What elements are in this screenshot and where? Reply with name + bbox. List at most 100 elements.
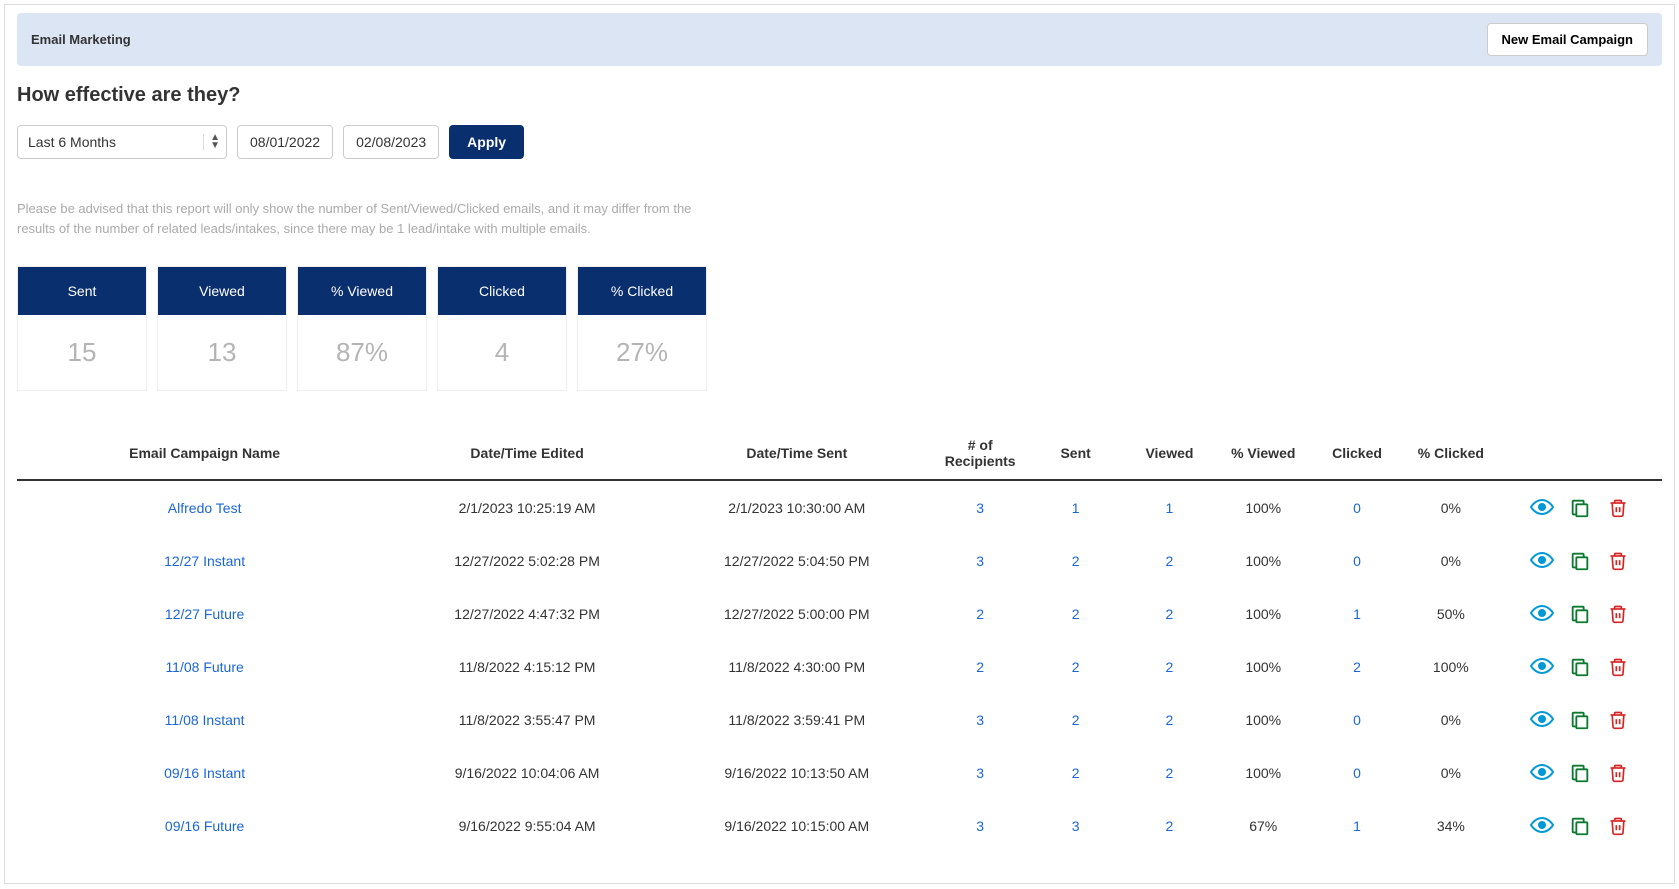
- sent-cell-value[interactable]: 3: [1072, 818, 1080, 834]
- viewed-cell[interactable]: 2: [1123, 799, 1217, 852]
- recipients-cell-value[interactable]: 3: [976, 712, 984, 728]
- viewed-cell-value[interactable]: 1: [1166, 500, 1174, 516]
- copy-icon[interactable]: [1565, 493, 1595, 523]
- trash-icon[interactable]: [1603, 811, 1633, 841]
- trash-icon[interactable]: [1603, 546, 1633, 576]
- date-from-input[interactable]: 08/01/2022: [237, 125, 333, 159]
- sent-cell-value[interactable]: 1: [1072, 500, 1080, 516]
- recipients-cell[interactable]: 2: [932, 587, 1029, 640]
- viewed-cell[interactable]: 2: [1123, 693, 1217, 746]
- eye-icon[interactable]: [1527, 492, 1557, 522]
- copy-icon[interactable]: [1565, 758, 1595, 788]
- sent-cell-value[interactable]: 2: [1072, 553, 1080, 569]
- campaign-name-cell-value[interactable]: 12/27 Instant: [164, 553, 245, 569]
- trash-icon[interactable]: [1603, 705, 1633, 735]
- viewed-cell-value[interactable]: 2: [1166, 712, 1174, 728]
- campaign-name-cell-value[interactable]: 09/16 Future: [165, 818, 244, 834]
- clicked-cell[interactable]: 0: [1310, 693, 1404, 746]
- recipients-cell-value[interactable]: 2: [976, 606, 984, 622]
- clicked-cell[interactable]: 0: [1310, 480, 1404, 534]
- sent-cell[interactable]: 2: [1029, 693, 1123, 746]
- viewed-cell-value[interactable]: 2: [1166, 659, 1174, 675]
- clicked-cell-value[interactable]: 2: [1353, 659, 1361, 675]
- date-to-input[interactable]: 02/08/2023: [343, 125, 439, 159]
- copy-icon[interactable]: [1565, 811, 1595, 841]
- eye-icon[interactable]: [1527, 545, 1557, 575]
- campaign-name-cell-value[interactable]: 09/16 Instant: [164, 765, 245, 781]
- viewed-cell[interactable]: 2: [1123, 746, 1217, 799]
- col-sent[interactable]: Sent: [1029, 427, 1123, 480]
- campaign-name-cell[interactable]: 11/08 Instant: [17, 693, 392, 746]
- recipients-cell-value[interactable]: 3: [976, 500, 984, 516]
- sent-cell-value[interactable]: 2: [1072, 765, 1080, 781]
- col-pct-clicked[interactable]: % Clicked: [1404, 427, 1498, 480]
- campaign-name-cell[interactable]: Alfredo Test: [17, 480, 392, 534]
- campaign-name-cell[interactable]: 12/27 Instant: [17, 534, 392, 587]
- copy-icon[interactable]: [1565, 652, 1595, 682]
- eye-icon[interactable]: [1527, 757, 1557, 787]
- recipients-cell[interactable]: 3: [932, 480, 1029, 534]
- clicked-cell[interactable]: 0: [1310, 746, 1404, 799]
- viewed-cell-value[interactable]: 2: [1166, 606, 1174, 622]
- trash-icon[interactable]: [1603, 758, 1633, 788]
- col-pct-viewed[interactable]: % Viewed: [1216, 427, 1310, 480]
- clicked-cell[interactable]: 1: [1310, 587, 1404, 640]
- eye-icon[interactable]: [1527, 810, 1557, 840]
- clicked-cell-value[interactable]: 0: [1353, 553, 1361, 569]
- eye-icon[interactable]: [1527, 651, 1557, 681]
- copy-icon[interactable]: [1565, 705, 1595, 735]
- sent-cell-value[interactable]: 2: [1072, 712, 1080, 728]
- trash-icon[interactable]: [1603, 652, 1633, 682]
- viewed-cell[interactable]: 2: [1123, 587, 1217, 640]
- viewed-cell[interactable]: 1: [1123, 480, 1217, 534]
- copy-icon[interactable]: [1565, 546, 1595, 576]
- col-recipients[interactable]: # of Recipients: [932, 427, 1029, 480]
- col-edited[interactable]: Date/Time Edited: [392, 427, 662, 480]
- recipients-cell[interactable]: 3: [932, 799, 1029, 852]
- col-viewed[interactable]: Viewed: [1123, 427, 1217, 480]
- clicked-cell[interactable]: 1: [1310, 799, 1404, 852]
- recipients-cell[interactable]: 3: [932, 693, 1029, 746]
- recipients-cell[interactable]: 3: [932, 746, 1029, 799]
- sent-cell[interactable]: 1: [1029, 480, 1123, 534]
- trash-icon[interactable]: [1603, 493, 1633, 523]
- eye-icon[interactable]: [1527, 598, 1557, 628]
- clicked-cell[interactable]: 0: [1310, 534, 1404, 587]
- sent-cell[interactable]: 2: [1029, 640, 1123, 693]
- sent-cell[interactable]: 2: [1029, 746, 1123, 799]
- clicked-cell-value[interactable]: 0: [1353, 500, 1361, 516]
- trash-icon[interactable]: [1603, 599, 1633, 629]
- sent-cell[interactable]: 2: [1029, 587, 1123, 640]
- col-sent-dt[interactable]: Date/Time Sent: [662, 427, 932, 480]
- campaign-name-cell[interactable]: 12/27 Future: [17, 587, 392, 640]
- campaign-name-cell-value[interactable]: 12/27 Future: [165, 606, 244, 622]
- clicked-cell-value[interactable]: 0: [1353, 765, 1361, 781]
- campaign-name-cell[interactable]: 09/16 Future: [17, 799, 392, 852]
- recipients-cell-value[interactable]: 2: [976, 659, 984, 675]
- viewed-cell-value[interactable]: 2: [1166, 553, 1174, 569]
- sent-cell[interactable]: 2: [1029, 534, 1123, 587]
- clicked-cell-value[interactable]: 0: [1353, 712, 1361, 728]
- col-clicked[interactable]: Clicked: [1310, 427, 1404, 480]
- viewed-cell[interactable]: 2: [1123, 640, 1217, 693]
- clicked-cell-value[interactable]: 1: [1353, 818, 1361, 834]
- viewed-cell-value[interactable]: 2: [1166, 818, 1174, 834]
- campaign-name-cell-value[interactable]: Alfredo Test: [168, 500, 242, 516]
- sent-cell-value[interactable]: 2: [1072, 606, 1080, 622]
- campaign-name-cell-value[interactable]: 11/08 Instant: [165, 712, 245, 728]
- clicked-cell-value[interactable]: 1: [1353, 606, 1361, 622]
- recipients-cell-value[interactable]: 3: [976, 553, 984, 569]
- clicked-cell[interactable]: 2: [1310, 640, 1404, 693]
- apply-button[interactable]: Apply: [449, 125, 524, 159]
- viewed-cell-value[interactable]: 2: [1166, 765, 1174, 781]
- copy-icon[interactable]: [1565, 599, 1595, 629]
- recipients-cell[interactable]: 3: [932, 534, 1029, 587]
- date-range-select[interactable]: Last 6 Months ▲▼: [17, 125, 227, 159]
- campaign-name-cell-value[interactable]: 11/08 Future: [165, 659, 243, 675]
- sent-cell-value[interactable]: 2: [1072, 659, 1080, 675]
- sent-cell[interactable]: 3: [1029, 799, 1123, 852]
- campaign-name-cell[interactable]: 09/16 Instant: [17, 746, 392, 799]
- col-name[interactable]: Email Campaign Name: [17, 427, 392, 480]
- eye-icon[interactable]: [1527, 704, 1557, 734]
- campaign-name-cell[interactable]: 11/08 Future: [17, 640, 392, 693]
